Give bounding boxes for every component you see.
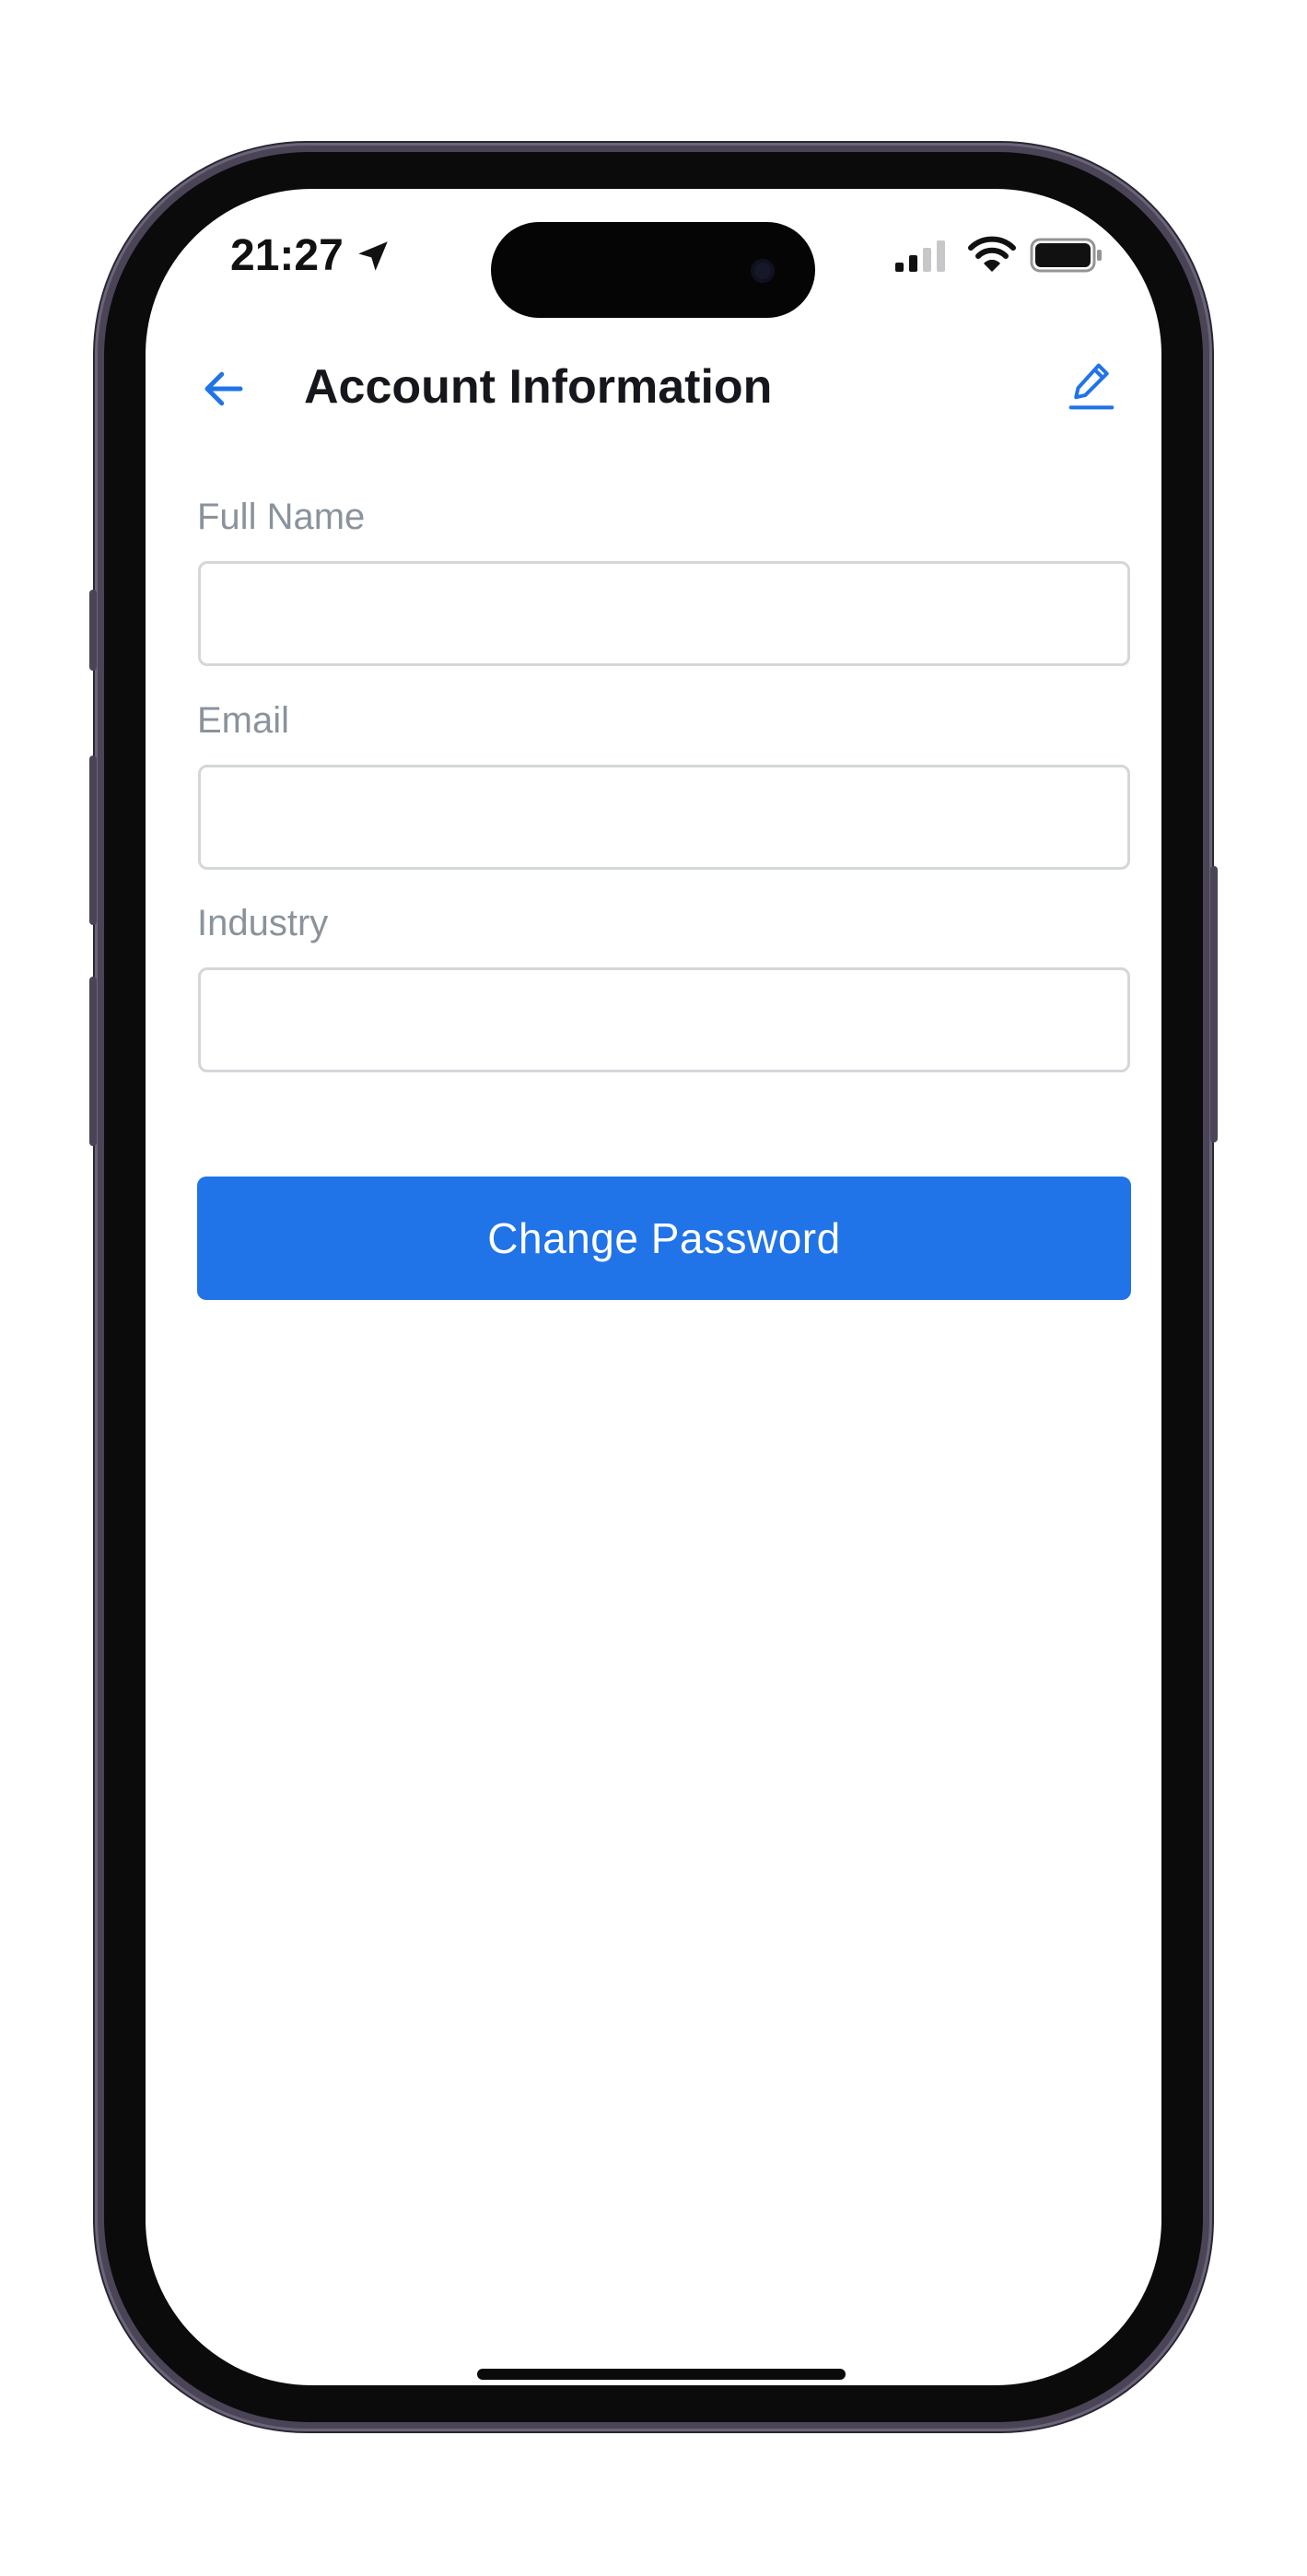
power-button xyxy=(1210,866,1218,1142)
change-password-button[interactable]: Change Password xyxy=(197,1177,1131,1300)
industry-label: Industry xyxy=(197,903,329,943)
industry-field[interactable] xyxy=(198,967,1130,1072)
volume-up-button xyxy=(89,755,97,925)
full-name-field[interactable] xyxy=(198,561,1130,666)
page-title: Account Information xyxy=(304,360,773,414)
dynamic-island xyxy=(491,222,815,318)
back-arrow-icon[interactable] xyxy=(199,364,249,414)
cellular-signal-icon xyxy=(895,240,945,272)
screen: 21:27 Account Information Full Name Emai… xyxy=(146,189,1161,2385)
camera-icon xyxy=(751,259,775,283)
pencil-icon[interactable] xyxy=(1067,360,1116,414)
action-button xyxy=(89,590,97,671)
email-field[interactable] xyxy=(198,765,1130,870)
location-arrow-icon xyxy=(358,241,388,271)
volume-down-button xyxy=(89,977,97,1146)
battery-icon xyxy=(1030,238,1102,273)
full-name-label: Full Name xyxy=(197,497,366,537)
wifi-icon xyxy=(968,236,1016,272)
email-label: Email xyxy=(197,700,290,741)
status-time: 21:27 xyxy=(230,231,344,280)
home-indicator[interactable] xyxy=(477,2369,846,2380)
